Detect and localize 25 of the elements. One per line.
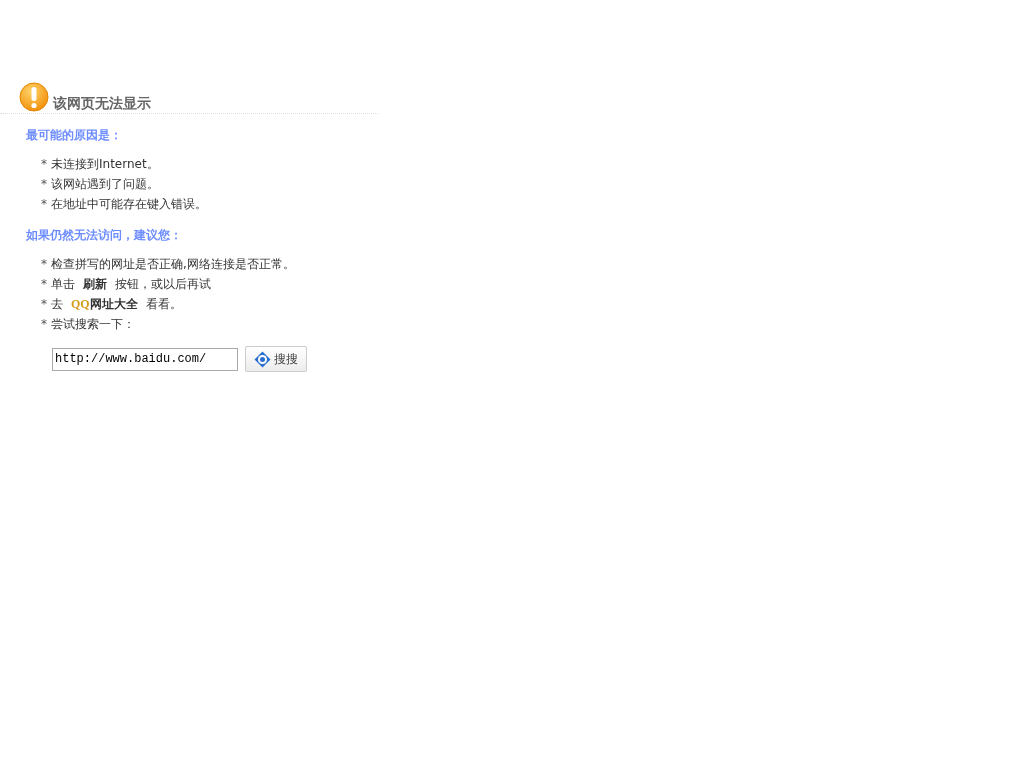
suggestion-text: 按钮，或以后再试 (115, 276, 211, 292)
directory-link[interactable]: QQ网址大全 (71, 296, 138, 312)
bullet: * (41, 156, 47, 172)
bullet: * (41, 196, 47, 212)
suggestion-text: 去 (51, 296, 63, 312)
suggestion-text: 单击 (51, 276, 75, 292)
suggestion-text: 看看。 (145, 296, 182, 312)
reason-text: 在地址中可能存在键入错误。 (51, 196, 207, 212)
bullet: * (41, 176, 47, 192)
bullet: * (41, 276, 47, 292)
refresh-label: 刷新 (83, 276, 107, 292)
reason-text: 未连接到Internet。 (51, 156, 159, 172)
bullet: * (41, 316, 47, 332)
search-button[interactable]: 搜搜 (245, 346, 307, 372)
suggestion-text: 检查拼写的网址是否正确,网络连接是否正常。 (51, 256, 295, 272)
search-field[interactable]: http://www.baidu.com/ (52, 347, 238, 371)
bullet: * (41, 256, 47, 272)
suggestion-text: 尝试搜索一下： (51, 316, 135, 332)
warning-icon (19, 82, 49, 112)
search-logo-icon (254, 350, 271, 368)
bullet: * (41, 296, 47, 312)
section-heading: 最可能的原因是： (26, 127, 122, 144)
reason-text: 该网站遇到了问题。 (51, 176, 159, 192)
page-title: 该网页无法显示 (53, 94, 151, 112)
section-heading: 如果仍然无法访问，建议您： (26, 227, 182, 244)
